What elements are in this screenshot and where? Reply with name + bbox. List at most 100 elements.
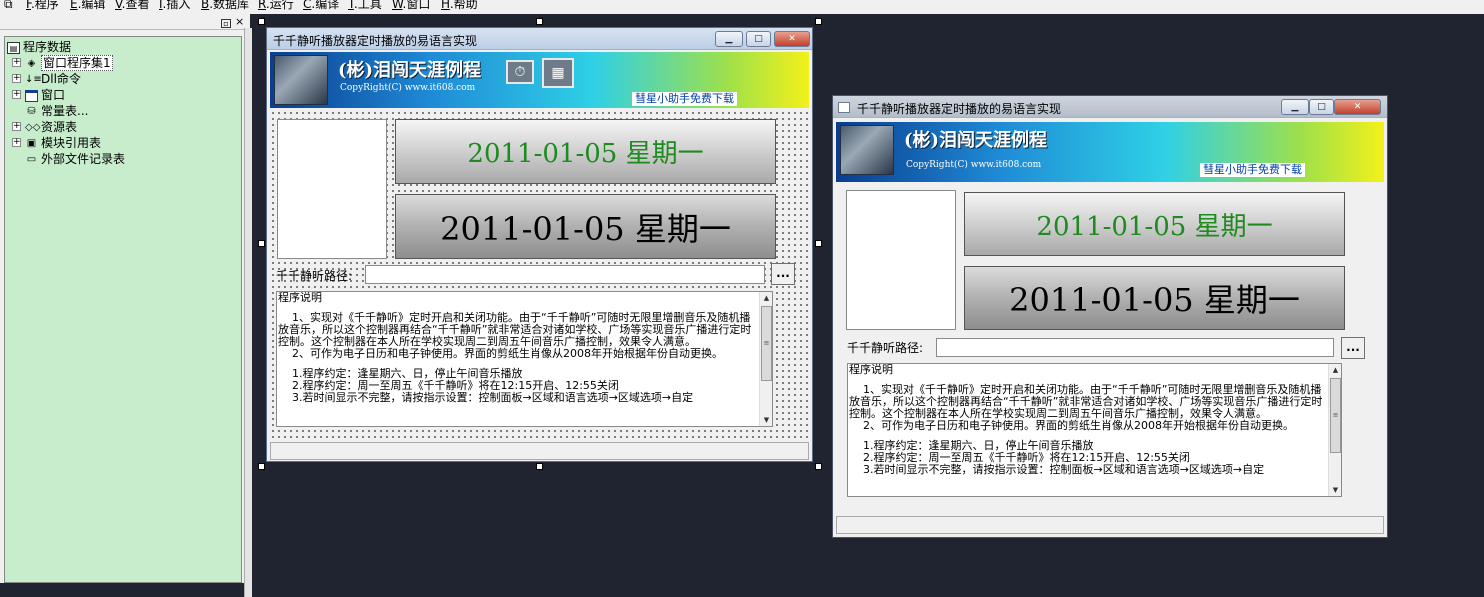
resize-handle[interactable] — [815, 463, 822, 470]
design-form[interactable]: 千千静听播放器定时播放的易语言实现 ▁ □ ✕ (彬)泪闯天涯例程 CopyRi… — [266, 27, 813, 462]
menu-help[interactable]: H.帮助 — [441, 0, 478, 12]
date-label-green: 2011-01-05 星期一 — [395, 119, 776, 184]
file-icon: ▭ — [26, 153, 37, 165]
menu-database[interactable]: B.数据库 — [201, 0, 249, 12]
design-client-area: 2011-01-05 星期一 2011-01-05 星期一 千千静听路径: ..… — [270, 110, 809, 440]
menu-program[interactable]: F.程序 — [26, 0, 59, 12]
status-bar — [836, 516, 1384, 534]
minimize-icon[interactable]: ▁ — [1281, 99, 1309, 115]
project-tree[interactable]: ▤ 程序数据 + ◈ 窗口程序集1 + ↓≡Dll命令 + 窗口 ⛁ 常量表... +… — [4, 36, 242, 583]
assembly-icon: ◈ — [27, 57, 36, 69]
window-title: 千千静听播放器定时播放的易语言实现 — [273, 34, 478, 48]
scroll-up-icon[interactable]: ▲ — [1329, 364, 1341, 376]
scroll-thumb[interactable]: ≡ — [761, 306, 772, 381]
database-icon: ▤ — [7, 41, 20, 54]
tree-item-assembly[interactable]: ◈ 窗口程序集1 — [25, 55, 113, 71]
app-menu-icon[interactable]: ⧉ — [4, 0, 13, 12]
expand-icon[interactable]: + — [12, 90, 21, 99]
product-box-image — [274, 55, 328, 105]
menu-tools[interactable]: T.工具 — [348, 0, 382, 12]
resize-handle[interactable] — [815, 240, 822, 247]
memo-text: 程序说明 1、实现对《千千静听》定时开启和关闭功能。由于“千千静听”可随时无限里… — [849, 364, 1323, 476]
memo-scrollbar[interactable]: ▲ ≡ ▼ — [759, 292, 772, 426]
tree-item-window[interactable]: 窗口 — [25, 87, 65, 103]
maximize-icon[interactable]: □ — [1309, 99, 1334, 115]
copyright-text: CopyRight(C) www.it608.com — [906, 160, 1042, 170]
tree-item-dll[interactable]: ↓≡Dll命令 — [25, 71, 81, 87]
banner-title: (彬)泪闯天涯例程 — [904, 130, 1048, 151]
pin-icon[interactable]: ▫ — [221, 19, 231, 28]
zodiac-picture — [846, 190, 956, 330]
preview-banner: (彬)泪闯天涯例程 CopyRight(C) www.it608.com 彗星小… — [836, 122, 1384, 182]
browse-button[interactable]: ... — [771, 263, 795, 285]
copyright-text: CopyRight(C) www.it608.com — [340, 83, 476, 93]
panel-scrollbar[interactable] — [244, 28, 252, 597]
close-icon[interactable]: ✕ — [1334, 99, 1381, 115]
window-icon — [25, 89, 38, 102]
banner-title: (彬)泪闯天涯例程 — [338, 60, 482, 81]
expand-icon[interactable]: + — [12, 58, 21, 67]
tree-item-external-files[interactable]: ▭ 外部文件记录表 — [25, 151, 125, 167]
menu-run[interactable]: R.运行 — [258, 0, 294, 12]
zodiac-picture — [277, 119, 387, 259]
app-icon — [838, 102, 850, 113]
date-label-black: 2011-01-05 星期一 — [964, 266, 1345, 330]
module-icon: ▣ — [26, 137, 37, 149]
scroll-down-icon[interactable]: ▼ — [1329, 484, 1341, 496]
scroll-thumb[interactable]: ≡ — [1330, 378, 1341, 453]
resize-handle[interactable] — [258, 463, 265, 470]
resize-handle[interactable] — [536, 463, 543, 470]
project-panel-header: ▫ × — [0, 16, 250, 30]
menu-view[interactable]: V.查看 — [115, 0, 150, 12]
path-label: 千千静听路径: — [847, 341, 924, 355]
project-panel: ▫ × ▤ 程序数据 + ◈ 窗口程序集1 + ↓≡Dll命令 + 窗口 ⛁ 常量表.… — [0, 14, 252, 597]
memo-text: 程序说明 1、实现对《千千静听》定时开启和关闭功能。由于“千千静听”可随时无限里… — [278, 292, 752, 404]
description-memo[interactable]: 程序说明 1、实现对《千千静听》定时开启和关闭功能。由于“千千静听”可随时无限里… — [276, 291, 773, 427]
close-panel-icon[interactable]: × — [235, 16, 244, 28]
tree-item-modules[interactable]: ▣ 模块引用表 — [25, 135, 101, 151]
clock-icon[interactable]: ⏱ — [506, 60, 534, 84]
tree-root[interactable]: ▤ 程序数据 — [7, 39, 71, 55]
scroll-down-icon[interactable]: ▼ — [760, 414, 772, 426]
resize-handle[interactable] — [258, 240, 265, 247]
banner: (彬)泪闯天涯例程 CopyRight(C) www.it608.com ⏱ ▦… — [270, 52, 809, 108]
menu-window[interactable]: W.窗口 — [392, 0, 430, 12]
resize-handle[interactable] — [815, 18, 822, 25]
design-form-titlebar[interactable]: 千千静听播放器定时播放的易语言实现 ▁ □ ✕ — [267, 28, 812, 50]
resize-handle[interactable] — [258, 18, 265, 25]
resize-handle[interactable] — [536, 18, 543, 25]
maximize-icon[interactable]: □ — [746, 31, 771, 47]
tree-item-resources[interactable]: ◇◇资源表 — [25, 119, 77, 135]
menu-edit[interactable]: E.编辑 — [70, 0, 105, 12]
resources-icon: ◇◇ — [25, 121, 41, 133]
date-label-black: 2011-01-05 星期一 — [395, 194, 776, 259]
minimize-icon[interactable]: ▁ — [715, 31, 743, 47]
browse-button[interactable]: ... — [1341, 337, 1365, 359]
status-bar — [270, 442, 809, 460]
product-box-image — [840, 125, 894, 175]
date-label-green: 2011-01-05 星期一 — [964, 192, 1345, 256]
description-memo[interactable]: 程序说明 1、实现对《千千静听》定时开启和关闭功能。由于“千千静听”可随时无限里… — [847, 363, 1342, 497]
path-input[interactable] — [936, 338, 1334, 357]
constants-icon: ⛁ — [27, 105, 36, 117]
expand-icon[interactable]: + — [12, 122, 21, 131]
download-link[interactable]: 彗星小助手免费下载 — [1200, 163, 1305, 177]
menu-insert[interactable]: I.插入 — [159, 0, 190, 12]
close-icon[interactable]: ✕ — [774, 31, 810, 47]
expand-icon[interactable]: + — [12, 74, 21, 83]
calendar-icon[interactable]: ▦ — [542, 58, 574, 88]
preview-client-area: 2011-01-05 星期一 2011-01-05 星期一 千千静听路径: ..… — [836, 184, 1384, 516]
preview-window-title: 千千静听播放器定时播放的易语言实现 — [857, 102, 1062, 116]
menu-compile[interactable]: C.编译 — [303, 0, 339, 12]
expand-icon[interactable]: + — [12, 138, 21, 147]
preview-titlebar[interactable]: 千千静听播放器定时播放的易语言实现 ▁ □ ✕ — [833, 96, 1387, 118]
menu-bar: ⧉ F.程序 E.编辑 V.查看 I.插入 B.数据库 R.运行 C.编译 T.… — [0, 0, 1484, 14]
download-link[interactable]: 彗星小助手免费下载 — [632, 92, 737, 106]
path-label: 千千静听路径: — [276, 269, 353, 283]
scroll-up-icon[interactable]: ▲ — [760, 292, 772, 304]
tree-item-constants[interactable]: ⛁ 常量表... — [25, 103, 88, 119]
path-input[interactable] — [365, 265, 765, 284]
dll-icon: ↓≡ — [25, 73, 42, 85]
preview-window[interactable]: 千千静听播放器定时播放的易语言实现 ▁ □ ✕ (彬)泪闯天涯例程 CopyRi… — [832, 95, 1388, 538]
memo-scrollbar[interactable]: ▲ ≡ ▼ — [1328, 364, 1341, 496]
